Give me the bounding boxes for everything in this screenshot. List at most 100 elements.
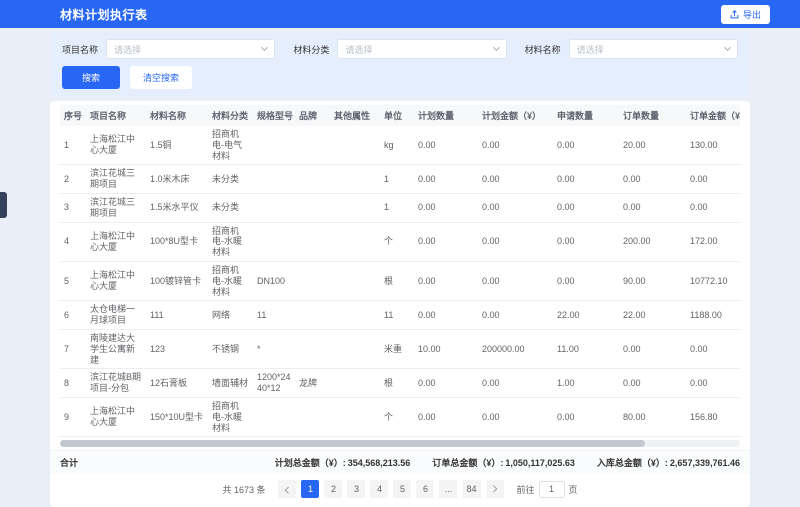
table-cell: 0.00 [414,126,478,165]
page-button-2[interactable]: 2 [324,480,342,498]
order-total: 订单总金额（¥）: 1,050,117,025.63 [432,456,575,469]
page-button-84[interactable]: 84 [462,480,480,498]
table-cell: 根 [380,261,414,300]
material-name-placeholder: 请选择 [577,43,604,56]
planned-total-value: 354,568,213.56 [348,458,411,468]
table-cell: 滨江花城三期项目 [86,165,146,194]
column-header: 材料名称 [146,105,208,126]
table-cell: 0.00 [686,193,740,222]
table-cell [253,222,295,261]
table-cell: 5 [60,261,86,300]
page-buttons: 123456... 84 [301,480,480,498]
table-cell: 100镀锌管卡 [146,261,208,300]
table-row: 9上海松江中心大厦150*10U型卡招商机电-水暖材料个0.000.000.00… [60,397,740,436]
column-header: 项目名称 [86,105,146,126]
table-cell: 0.00 [414,222,478,261]
table-cell: 0.00 [478,222,553,261]
material-category-label: 材料分类 [293,43,329,56]
table-cell: 0.00 [478,261,553,300]
chevron-down-icon [724,44,731,51]
table-cell: 0.00 [686,165,740,194]
filter-group-material-category: 材料分类 请选择 [293,39,506,59]
table-cell [253,165,295,194]
table-cell [253,126,295,165]
table-cell: 0.00 [414,301,478,330]
table-cell: 0.00 [619,165,686,194]
sidebar-collapse-handle[interactable] [0,192,7,218]
table-cell: 1.00 [553,369,619,398]
table-cell [330,126,380,165]
column-header: 序号 [60,105,86,126]
table-cell: 200.00 [619,222,686,261]
goto-prefix: 前往 [517,483,535,496]
table-cell: 1188.00 [686,301,740,330]
table-row: 6太仓电梯一月球项目111网络11110.000.0022.0022.00118… [60,301,740,330]
table-row: 1上海松江中心大厦1.5铜招商机电-电气材料kg0.000.000.0020.0… [60,126,740,165]
export-button[interactable]: 导出 [721,5,770,24]
column-header: 其他属性 [330,105,380,126]
table-cell: 0.00 [414,397,478,436]
table-row: 4上海松江中心大厦100*8U型卡招商机电-水暖材料个0.000.000.002… [60,222,740,261]
horizontal-scrollbar[interactable] [60,440,740,447]
chevron-down-icon [261,44,268,51]
table-cell [295,126,330,165]
table-cell: 11 [253,301,295,330]
material-category-select[interactable]: 请选择 [337,39,506,59]
table-cell: 8 [60,369,86,398]
table-cell: 0.00 [686,369,740,398]
table-cell: 米重 [380,329,414,368]
chevron-left-icon [285,486,292,493]
table-cell: 1 [380,165,414,194]
table-cell: 156.80 [686,397,740,436]
page-button-5[interactable]: 5 [393,480,411,498]
material-name-select[interactable]: 请选择 [569,39,738,59]
table-cell: 0.00 [619,329,686,368]
page-ellipsis[interactable]: ... [439,480,457,498]
inbound-total-value: 2,657,339,761.46 [670,458,740,468]
table-cell: 1 [60,126,86,165]
table-cell: 2 [60,165,86,194]
table-cell: 0.00 [414,261,478,300]
record-count: 共 1673 条 [222,483,265,496]
table-panel: 序号项目名称材料名称材料分类规格型号品牌其他属性单位计划数量计划金额（¥）申请数… [50,101,750,507]
prev-page-button[interactable] [278,480,296,498]
table-cell [295,222,330,261]
table-cell [330,301,380,330]
page-button-1[interactable]: 1 [301,480,319,498]
search-button[interactable]: 搜索 [62,66,120,89]
table-cell: 网络 [208,301,253,330]
page-button-3[interactable]: 3 [347,480,365,498]
table-cell [295,261,330,300]
table-cell: 0.00 [553,222,619,261]
column-header: 规格型号 [253,105,295,126]
table-cell: 上海松江中心大厦 [86,261,146,300]
project-name-label: 项目名称 [62,43,98,56]
table-row: 8滨江花城B期项目-分包12石膏板墙面辅材1200*2440*12龙牌根0.00… [60,369,740,398]
page-button-6[interactable]: 6 [416,480,434,498]
page-button-4[interactable]: 4 [370,480,388,498]
project-name-placeholder: 请选择 [114,43,141,56]
column-header: 材料分类 [208,105,253,126]
scrollbar-thumb[interactable] [60,440,645,447]
filter-group-project: 项目名称 请选择 [62,39,275,59]
order-total-value: 1,050,117,025.63 [505,458,575,468]
table-cell: 个 [380,222,414,261]
table-cell: 0.00 [553,397,619,436]
planned-total: 计划总金额（¥）: 354,568,213.56 [275,456,411,469]
table-cell: 上海松江中心大厦 [86,126,146,165]
next-page-button[interactable] [486,480,504,498]
table-cell: 0.00 [478,301,553,330]
table-cell: 招商机电-电气材料 [208,126,253,165]
table-cell: 172.00 [686,222,740,261]
table-cell: 200000.00 [478,329,553,368]
column-header: 计划数量 [414,105,478,126]
table-cell [295,329,330,368]
clear-search-button[interactable]: 清空搜索 [130,66,192,89]
project-name-select[interactable]: 请选择 [106,39,275,59]
table-cell: 1 [380,193,414,222]
table-cell: 0.00 [478,165,553,194]
goto-page-input[interactable] [539,481,565,498]
filter-row: 项目名称 请选择 材料分类 请选择 材料名称 请选择 [62,39,738,59]
table-cell: DN100 [253,261,295,300]
table-cell [330,369,380,398]
